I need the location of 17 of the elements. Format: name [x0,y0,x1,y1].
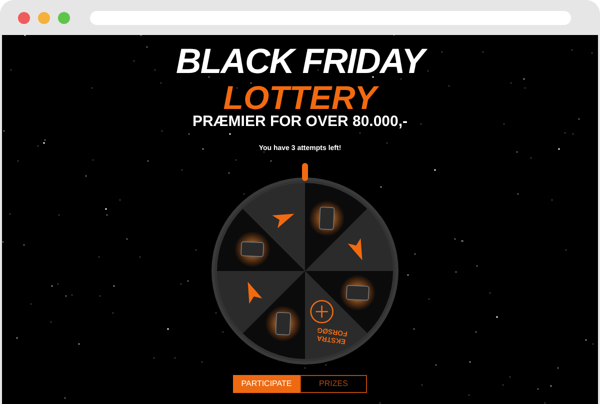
tagline-text: PRÆMIER FOR OVER 80.000,- [192,114,408,130]
address-bar[interactable] [90,10,571,24]
tab[interactable]: PRIZES [300,375,367,393]
arrow-icon [248,282,262,304]
wheel-pointer [302,163,308,181]
minimize-icon[interactable] [38,12,50,24]
arrow-icon [348,238,362,260]
prize-photo-placeholder [308,200,345,236]
prize-photo-placeholder [340,274,376,311]
plus-icon [310,300,334,324]
maximize-icon[interactable] [58,12,70,24]
subtitle-text: LOTTERY [223,81,377,114]
close-icon[interactable] [18,12,30,24]
arrow-icon [272,214,294,228]
prize-photo-placeholder [234,231,270,268]
prize-photo-placeholder [265,306,302,342]
tab[interactable]: PARTICIPATE [233,375,300,393]
